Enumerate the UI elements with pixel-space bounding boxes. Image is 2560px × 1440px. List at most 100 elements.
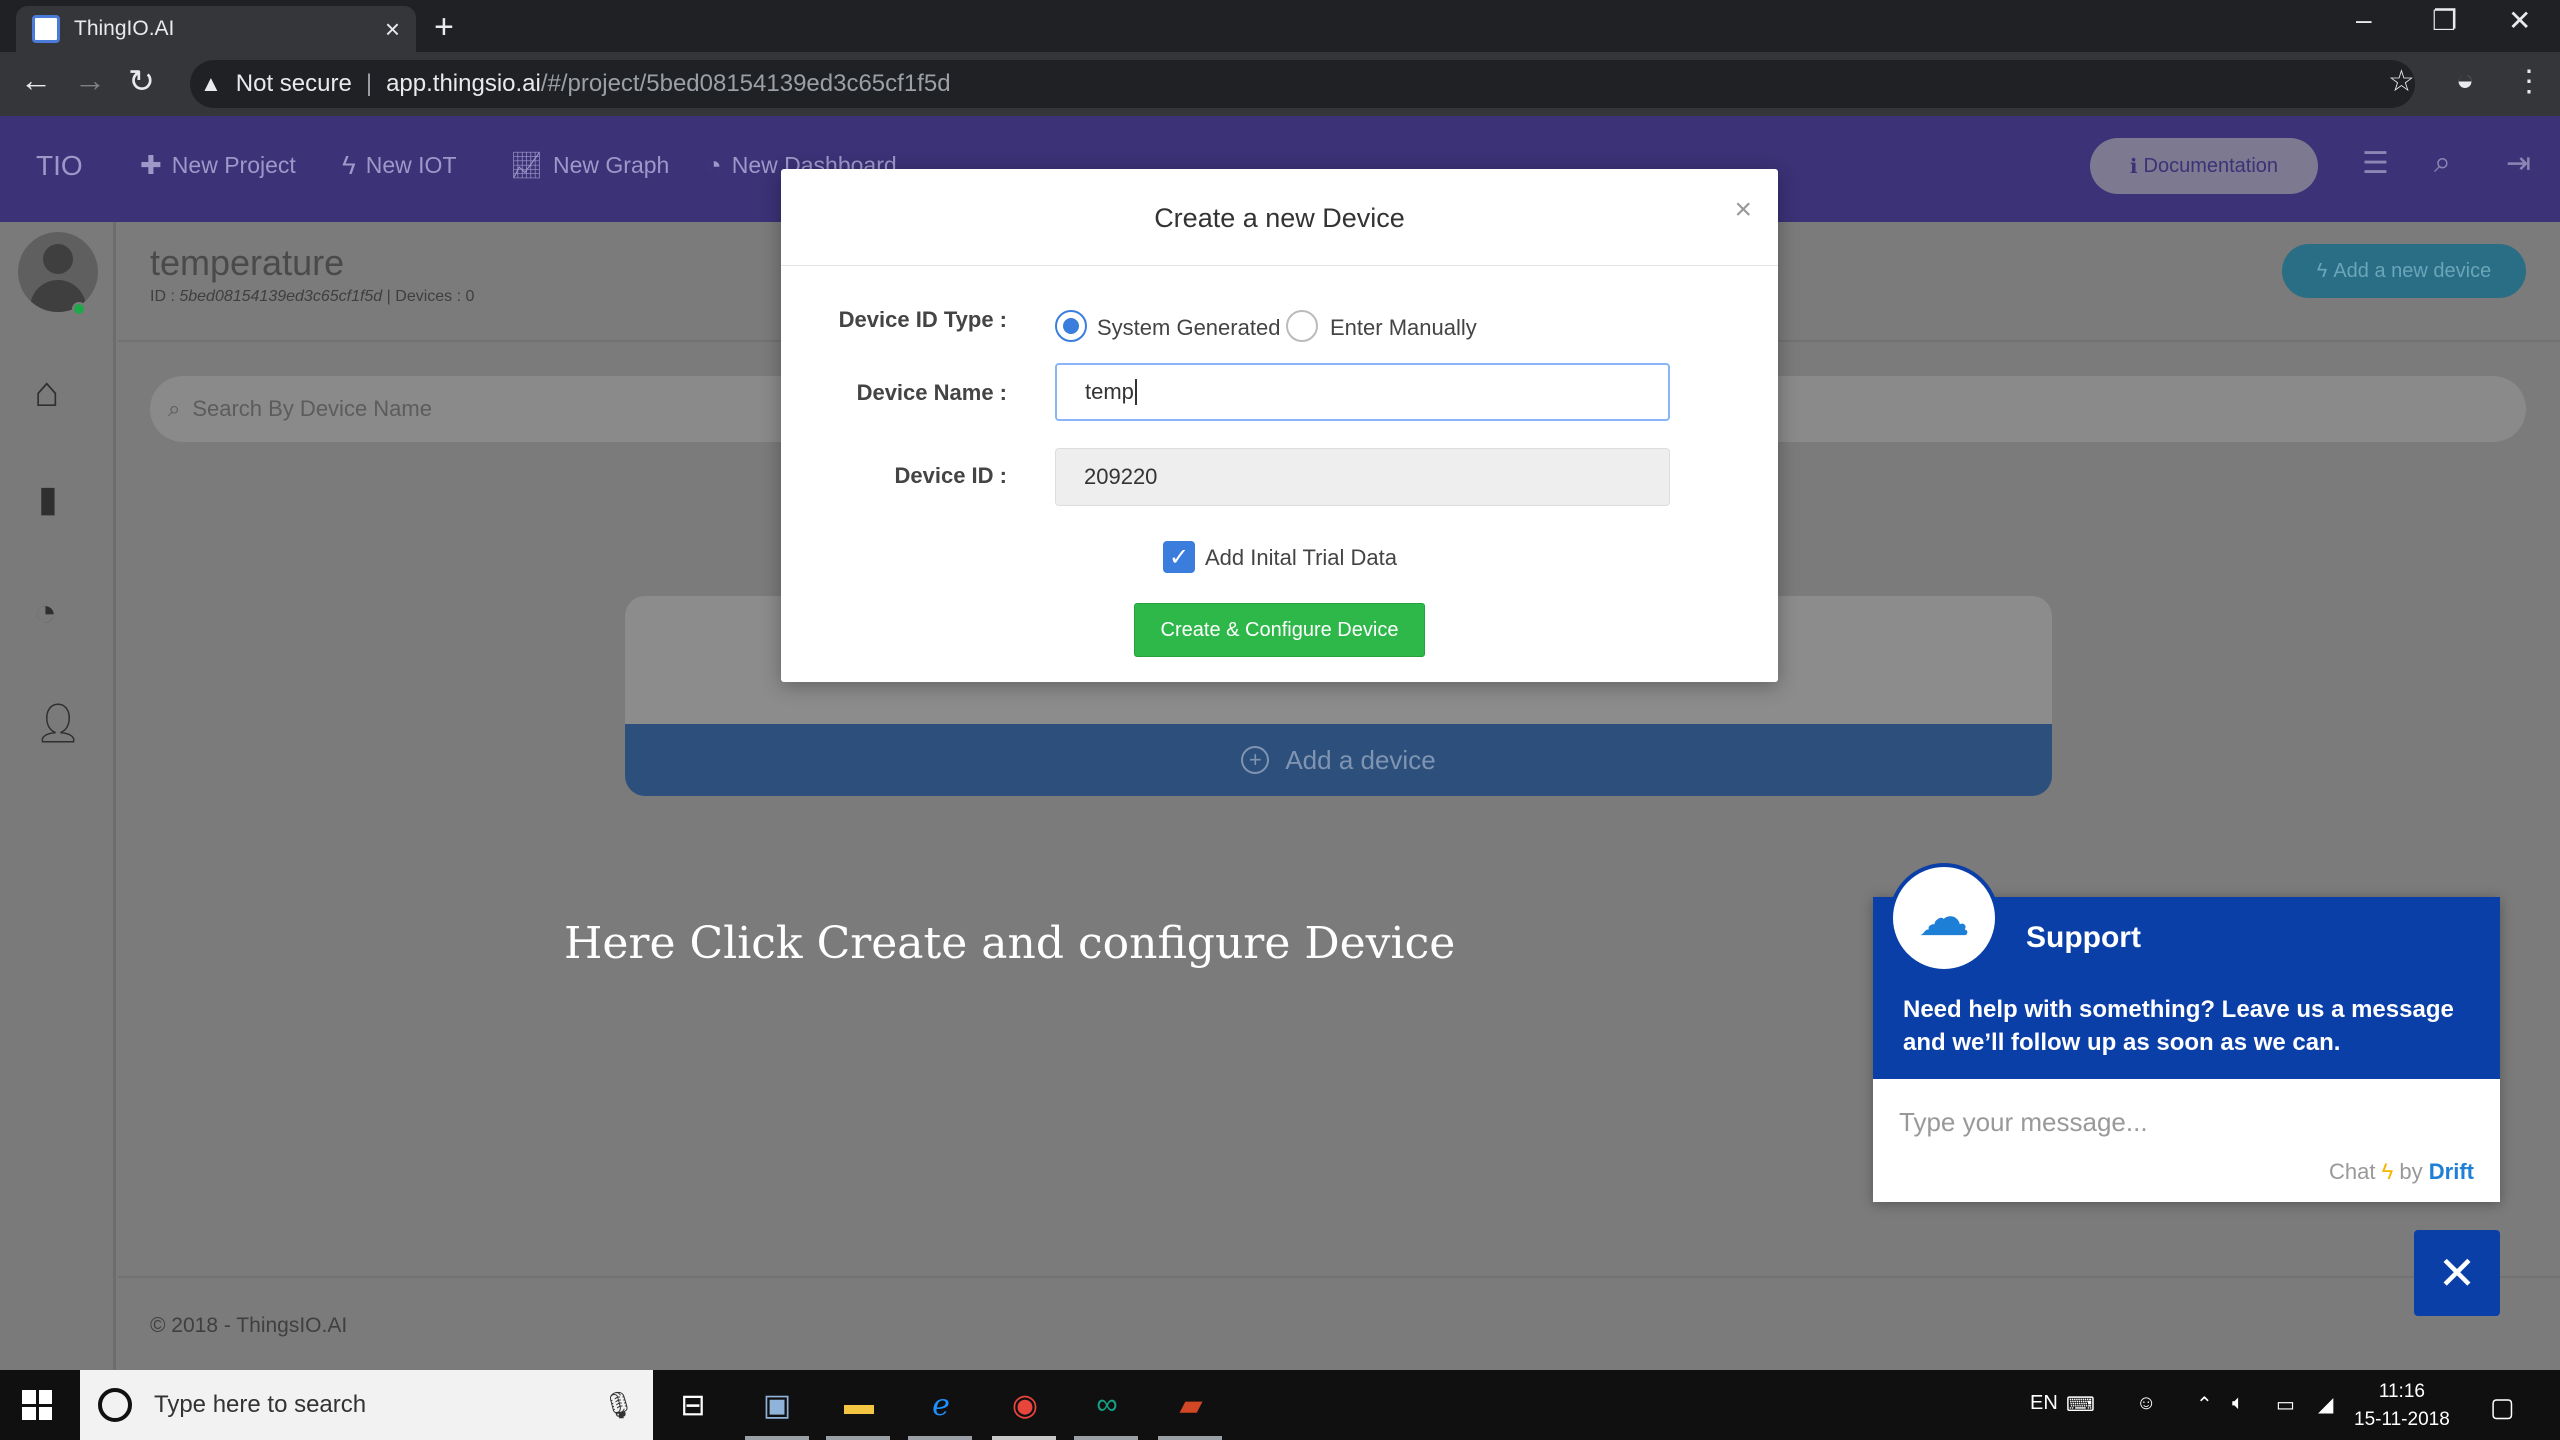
nav-new-graph[interactable]: 📈︎ New Graph xyxy=(510,150,669,181)
avatar[interactable] xyxy=(18,232,98,312)
restore-window-icon[interactable]: ❐ xyxy=(2432,4,2457,37)
tab-title: ThingIO.AI xyxy=(74,17,175,40)
credit-chat: Chat xyxy=(2329,1159,2376,1184)
tutorial-caption: Here Click Create and configure Device xyxy=(564,918,1456,969)
url-host: app.thingsio.ai xyxy=(386,70,541,97)
modal-title: Create a new Device xyxy=(1154,203,1405,233)
language-indicator[interactable]: EN xyxy=(2030,1392,2058,1415)
keyboard-icon[interactable]: ⌨ xyxy=(2066,1392,2095,1417)
footer-copyright: © 2018 - ThingsIO.AI xyxy=(150,1314,348,1337)
browser-tab[interactable]: ThingIO.AI × xyxy=(16,6,416,52)
radio-system-generated-label[interactable]: System Generated xyxy=(1097,315,1280,341)
microphone-icon[interactable]: 🎙︎ xyxy=(602,1390,635,1421)
people-icon[interactable]: ☺ xyxy=(2136,1392,2156,1415)
system-clock[interactable]: 11:16 15-11-2018 xyxy=(2354,1378,2450,1434)
support-logo: ☁ xyxy=(1889,863,1999,973)
nav-new-project-label: New Project xyxy=(171,152,296,178)
device-chip-icon[interactable]: ▮ xyxy=(38,478,58,520)
edge-browser-icon[interactable]: ℯ xyxy=(918,1384,964,1426)
support-close-button[interactable]: ✕ xyxy=(2414,1230,2500,1316)
radio-system-generated[interactable] xyxy=(1055,310,1087,342)
device-name-label: Device Name : xyxy=(856,380,1007,405)
project-id-value: 5bed08154139ed3c65cf1f5d xyxy=(179,288,383,305)
sidebar: ⌂ ▮ ◔ 👤︎ xyxy=(0,222,116,1370)
project-title: temperature xyxy=(150,242,345,283)
add-device-label: Add a device xyxy=(1285,744,1436,775)
trial-data-checkbox[interactable]: ✓ xyxy=(1163,541,1195,573)
user-profile-icon[interactable]: 👤︎ xyxy=(34,702,82,746)
home-icon[interactable]: ⌂ xyxy=(34,368,59,416)
device-id-value: 209220 xyxy=(1084,464,1158,489)
footer-divider xyxy=(118,1276,2560,1278)
avatar-head-shape xyxy=(43,244,73,274)
notifications-icon[interactable]: ▢ xyxy=(2490,1392,2515,1423)
nav-new-graph-label: New Graph xyxy=(553,152,670,178)
address-bar[interactable]: ▲ Not secure | app.thingsio.ai /#/projec… xyxy=(190,60,2415,108)
clock-date: 15-11-2018 xyxy=(2354,1409,2450,1430)
support-message-input[interactable]: Type your message... xyxy=(1899,1107,2148,1138)
documentation-label: Documentation xyxy=(2143,154,2279,177)
logout-icon[interactable]: ⇥ xyxy=(2506,146,2531,181)
incognito-icon[interactable]: ◒ xyxy=(2456,64,2474,98)
forward-arrow-icon[interactable]: → xyxy=(74,62,106,99)
file-manager-app-icon[interactable]: ▣ xyxy=(754,1384,800,1426)
device-search-placeholder: Search By Device Name xyxy=(192,396,432,421)
create-device-modal: Create a new Device × Device ID Type : S… xyxy=(781,169,1778,682)
security-status: Not secure xyxy=(235,70,352,97)
documentation-button[interactable]: ℹ Documentation xyxy=(2090,138,2318,194)
running-indicator xyxy=(745,1436,809,1440)
trial-data-label[interactable]: Add Inital Trial Data xyxy=(1205,545,1397,571)
nav-new-project[interactable]: ✚ New Project xyxy=(140,150,296,181)
dashboard-gauge-icon[interactable]: ◔ xyxy=(34,592,57,635)
search-icon[interactable]: ⌕ xyxy=(2434,146,2451,180)
reload-icon[interactable]: ↻ xyxy=(128,62,155,100)
device-count: Devices : 0 xyxy=(395,288,475,305)
back-arrow-icon[interactable]: ← xyxy=(20,62,52,99)
clock-time: 11:16 xyxy=(2378,1381,2425,1402)
support-credit[interactable]: Chat ϟ by Drift xyxy=(2329,1159,2474,1185)
search-icon: ⌕ xyxy=(168,396,181,421)
nav-new-iot-label: New IOT xyxy=(365,152,457,178)
wifi-icon[interactable]: ◢ xyxy=(2318,1392,2333,1417)
project-id-label: ID : xyxy=(150,288,175,305)
modal-close-icon[interactable]: × xyxy=(1734,193,1752,227)
tab-close-icon[interactable]: × xyxy=(385,14,400,45)
bookmark-star-icon[interactable]: ☆ xyxy=(2388,64,2415,99)
meta-separator: | xyxy=(386,288,396,305)
powerpoint-icon[interactable]: ▰ xyxy=(1168,1384,1214,1426)
radio-enter-manually-label[interactable]: Enter Manually xyxy=(1330,315,1477,341)
nav-new-iot[interactable]: ϟ New IOT xyxy=(342,150,457,181)
add-device-button[interactable]: + Add a device xyxy=(625,724,2052,796)
hamburger-menu-icon[interactable]: ☰ xyxy=(2362,146,2389,181)
cloud-icon: ☁ xyxy=(1918,889,1970,947)
info-icon: ℹ xyxy=(2129,155,2138,178)
device-name-input[interactable]: temp xyxy=(1055,363,1670,421)
volume-icon[interactable]: 🔈︎ xyxy=(2232,1392,2244,1415)
show-hidden-icons-icon[interactable]: ⌃ xyxy=(2196,1392,2213,1417)
site-favicon-icon xyxy=(32,15,60,43)
support-title: Support xyxy=(2026,921,2141,954)
windows-start-icon[interactable] xyxy=(22,1390,52,1420)
chrome-browser-icon[interactable]: ◉ xyxy=(1002,1384,1048,1426)
running-indicator xyxy=(992,1436,1056,1440)
minimize-window-icon[interactable]: – xyxy=(2356,4,2372,36)
support-header: ☁ Support Need help with something? Leav… xyxy=(1873,863,2500,1079)
close-window-icon[interactable]: ✕ xyxy=(2508,4,2531,37)
file-explorer-icon[interactable]: ▬ xyxy=(836,1384,882,1426)
battery-icon[interactable]: ▭ xyxy=(2276,1392,2295,1417)
task-view-icon[interactable]: ⊟ xyxy=(670,1384,716,1426)
running-indicator xyxy=(908,1436,972,1440)
radio-enter-manually[interactable] xyxy=(1286,310,1318,342)
browser-menu-icon[interactable]: ⋮ xyxy=(2514,64,2544,99)
create-configure-device-button[interactable]: Create & Configure Device xyxy=(1134,603,1425,657)
arduino-ide-icon[interactable]: ∞ xyxy=(1084,1384,1130,1426)
gauge-icon: ◔ xyxy=(706,150,722,180)
taskbar-search-input[interactable]: Type here to search 🎙︎ xyxy=(80,1370,653,1440)
device-name-value: temp xyxy=(1085,379,1134,404)
brand-logo[interactable]: TIO xyxy=(36,150,83,182)
new-tab-button[interactable]: + xyxy=(434,8,454,47)
running-indicator xyxy=(826,1436,890,1440)
warning-icon: ▲ xyxy=(200,71,222,96)
add-new-device-button[interactable]: ϟ Add a new device xyxy=(2282,244,2526,298)
credit-by: by xyxy=(2399,1159,2423,1184)
